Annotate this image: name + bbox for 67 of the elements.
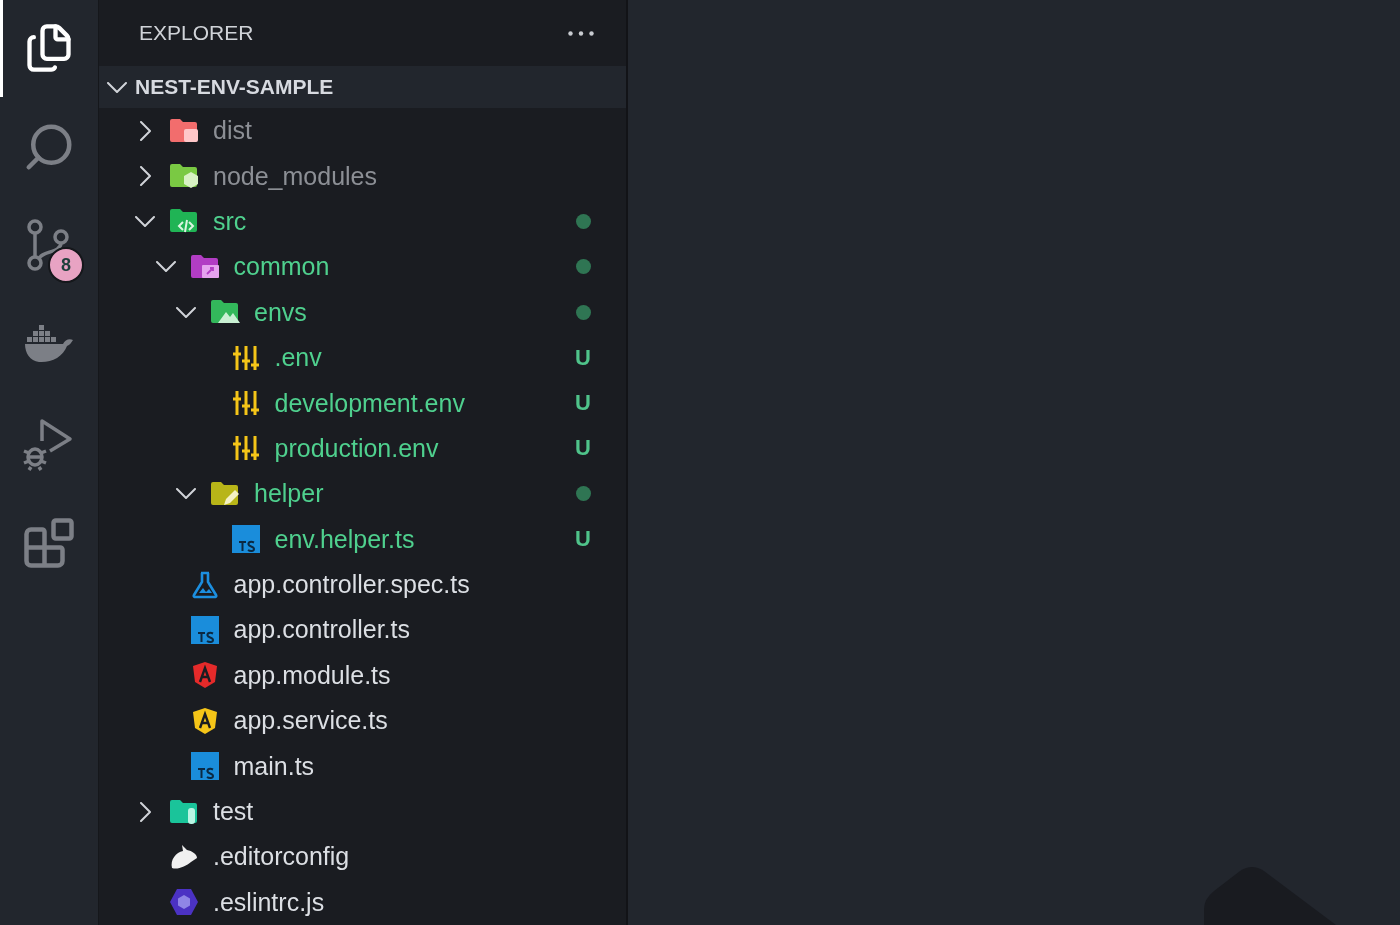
code-folder-icon xyxy=(169,208,199,235)
section-header[interactable]: NEST-ENV-SAMPLE xyxy=(99,66,626,108)
panel-title: EXPLORER xyxy=(139,21,254,46)
git-status: U xyxy=(574,435,592,462)
file-name: app.controller.ts xyxy=(233,615,411,645)
file-name: .editorconfig xyxy=(213,842,351,872)
file-name: app.module.ts xyxy=(233,660,392,690)
shortcut-folder-icon xyxy=(189,253,220,280)
folder-row[interactable]: node_modules xyxy=(99,153,626,199)
test-tube-folder-icon xyxy=(169,798,199,825)
more-icon xyxy=(568,30,594,36)
file-name: .env xyxy=(274,343,323,373)
file-name: development.env xyxy=(274,388,466,418)
hexagon-folder-icon xyxy=(169,163,199,190)
sliders-icon xyxy=(232,390,259,416)
file-name: env.helper.ts xyxy=(274,524,416,554)
section-title: NEST-ENV-SAMPLE xyxy=(135,75,334,100)
sliders-icon xyxy=(232,344,259,371)
git-status: U xyxy=(574,390,592,416)
file-name: main.ts xyxy=(233,751,316,781)
file-row[interactable]: app.module.ts xyxy=(99,652,626,699)
flask-icon xyxy=(191,570,218,599)
typescript-file-icon xyxy=(190,752,219,781)
file-row[interactable]: main.ts xyxy=(99,743,626,789)
shield-a-icon xyxy=(191,661,218,690)
pencil-folder-icon xyxy=(210,480,240,507)
file-name: node_modules xyxy=(213,161,378,191)
file-row[interactable]: .editorconfig xyxy=(99,834,626,880)
mountain-folder-icon xyxy=(210,299,240,326)
file-row[interactable]: app.controller.spec.ts xyxy=(99,561,626,608)
file-name: production.env xyxy=(274,433,440,463)
file-name: src xyxy=(213,206,248,236)
folder-row[interactable]: envs xyxy=(99,289,626,335)
folder-row[interactable]: common xyxy=(99,244,626,290)
folder-row[interactable]: helper xyxy=(99,471,626,517)
file-name: helper xyxy=(254,479,325,509)
file-name: app.service.ts xyxy=(233,706,389,736)
file-name: app.controller.spec.ts xyxy=(233,570,471,600)
file-name: .eslintrc.js xyxy=(213,887,326,917)
folder-row[interactable]: test xyxy=(99,788,626,835)
folder-row[interactable]: src xyxy=(99,198,626,245)
typescript-file-icon xyxy=(231,525,260,554)
git-status: U xyxy=(574,344,592,371)
hexagon-icon xyxy=(169,888,199,917)
count-badge: 8 xyxy=(48,247,84,283)
file-name: test xyxy=(213,797,255,826)
activity-tab[interactable]: 8 xyxy=(0,196,98,295)
extensions-icon xyxy=(22,515,76,570)
source-control-icon xyxy=(27,218,71,273)
file-row[interactable]: .env U xyxy=(99,334,626,381)
whale-icon xyxy=(23,324,75,365)
file-name: common xyxy=(233,252,331,282)
file-row[interactable]: app.controller.ts xyxy=(99,607,626,653)
file-row[interactable]: env.helper.ts U xyxy=(99,516,626,562)
file-name: dist xyxy=(213,116,253,146)
folder-row[interactable]: dist xyxy=(99,107,626,154)
file-row[interactable]: production.env U xyxy=(99,425,626,472)
briefcase-folder-icon xyxy=(169,117,199,144)
file-row[interactable]: development.env U xyxy=(99,380,626,426)
shield-a-icon xyxy=(191,706,218,735)
git-status: U xyxy=(574,526,592,553)
typescript-file-icon xyxy=(190,615,219,644)
more-actions-button[interactable] xyxy=(568,30,594,36)
file-name: envs xyxy=(254,297,308,327)
file-row[interactable]: .eslintrc.js xyxy=(99,879,626,925)
file-row[interactable]: app.service.ts xyxy=(99,698,626,744)
sliders-icon xyxy=(232,435,259,462)
